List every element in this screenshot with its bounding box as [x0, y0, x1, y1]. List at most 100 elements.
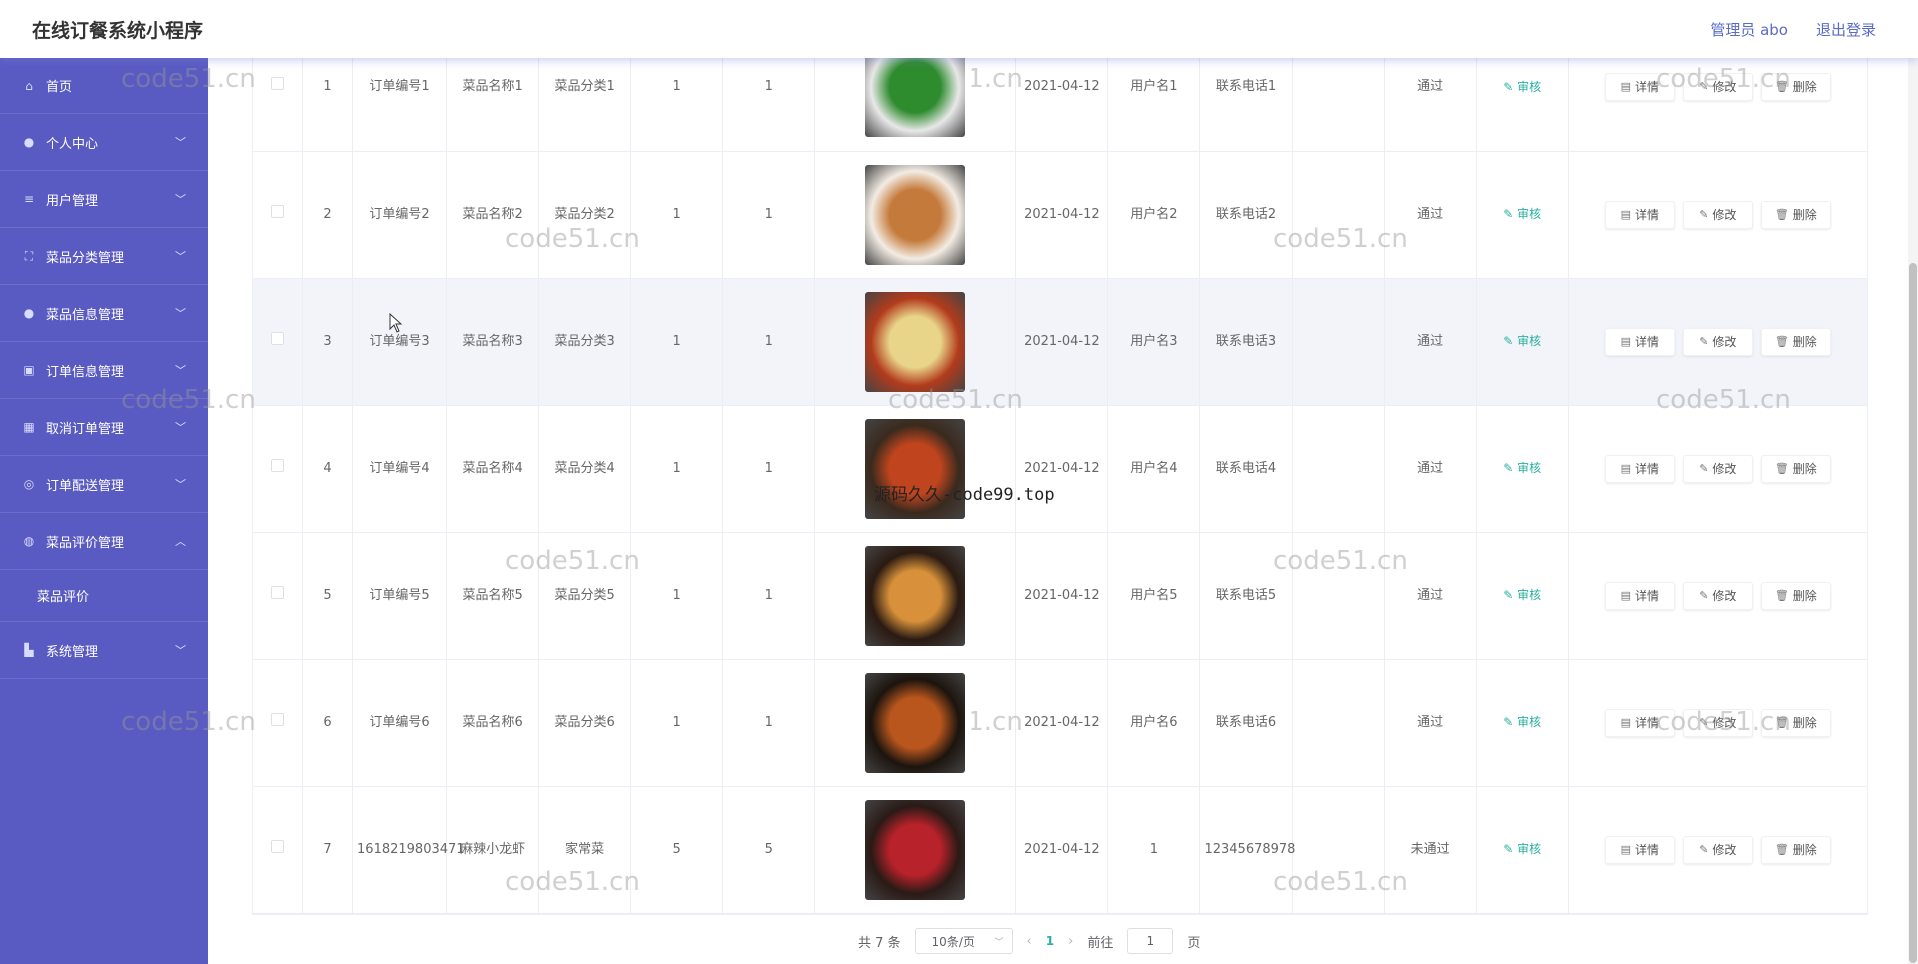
- operations-cell: ▤ 详情 ✎ 修改 🗑 删除: [1568, 532, 1869, 660]
- operations-cell: ▤ 详情 ✎ 修改 🗑 删除: [1568, 151, 1869, 279]
- delete-button[interactable]: 🗑 删除: [1760, 581, 1831, 610]
- audit-button[interactable]: ✎ 审核: [1503, 715, 1541, 729]
- audit-label: 审核: [1517, 842, 1542, 856]
- chevron-down-icon: ﹀: [175, 250, 186, 263]
- row-checkbox[interactable]: [271, 839, 284, 853]
- sidebar-item-review[interactable]: ◍ 菜品评价管理 ︿: [0, 513, 208, 570]
- sidebar-item-home[interactable]: ⌂ 首页: [0, 58, 208, 114]
- page-suffix: 页: [1187, 935, 1201, 951]
- trash-icon: 🗑: [1774, 461, 1789, 475]
- audit-status: 通过: [1384, 405, 1477, 533]
- audit-label: 审核: [1517, 715, 1542, 729]
- row-checkbox[interactable]: [271, 204, 284, 218]
- sidebar-item-order-info[interactable]: ▣ 订单信息管理 ﹀: [0, 342, 208, 399]
- empty-cell: [1292, 405, 1385, 533]
- row-actions: ▤ 详情 ✎ 修改 🗑 删除: [1573, 835, 1863, 864]
- sidebar-subitem-review[interactable]: 菜品评价: [0, 570, 208, 622]
- sidebar-item-profile[interactable]: ● 个人中心 ﹀: [0, 114, 208, 171]
- delete-button[interactable]: 🗑 删除: [1760, 200, 1831, 229]
- price: 5: [722, 786, 816, 914]
- edit-button[interactable]: ✎ 修改: [1682, 454, 1753, 483]
- phone: 联系电话5: [1199, 532, 1293, 660]
- audit-cell: ✎ 审核: [1476, 278, 1569, 406]
- next-page-icon[interactable]: ›: [1068, 934, 1073, 949]
- detail-button[interactable]: ▤ 详情: [1604, 73, 1675, 102]
- audit-button[interactable]: ✎ 审核: [1503, 461, 1541, 475]
- username: 1: [1107, 786, 1201, 914]
- sidebar-item-system[interactable]: ▙ 系统管理 ﹀: [0, 622, 208, 679]
- delete-button-label: 删除: [1792, 842, 1817, 857]
- edit-button-label: 修改: [1712, 207, 1737, 222]
- audit-label: 审核: [1517, 79, 1542, 94]
- row-checkbox[interactable]: [271, 585, 284, 599]
- detail-button[interactable]: ▤ 详情: [1604, 454, 1675, 483]
- detail-button[interactable]: ▤ 详情: [1604, 327, 1675, 356]
- audit-button[interactable]: ✎ 审核: [1503, 588, 1541, 602]
- row-checkbox[interactable]: [271, 331, 284, 345]
- delete-button[interactable]: 🗑 删除: [1760, 327, 1831, 356]
- watermark-code99: 源码久久-code99.top: [874, 485, 1055, 505]
- audit-cell: ✎ 审核: [1476, 659, 1569, 787]
- logout-link[interactable]: 退出登录: [1816, 19, 1876, 40]
- delete-button-label: 删除: [1792, 80, 1817, 95]
- edit-button[interactable]: ✎ 修改: [1682, 708, 1753, 737]
- delete-button[interactable]: 🗑 删除: [1760, 835, 1831, 864]
- edit-button[interactable]: ✎ 修改: [1682, 581, 1753, 610]
- sidebar-item-dish-category[interactable]: ⛶ 菜品分类管理 ﹀: [0, 228, 208, 285]
- edit-button-label: 修改: [1712, 588, 1737, 603]
- username: 用户名3: [1107, 278, 1201, 406]
- delete-button[interactable]: 🗑 删除: [1760, 454, 1831, 483]
- row-select-cell: [251, 532, 304, 660]
- phone: 联系电话4: [1199, 405, 1293, 533]
- delete-button[interactable]: 🗑 删除: [1760, 708, 1831, 737]
- delete-button[interactable]: 🗑 删除: [1760, 73, 1831, 102]
- quantity: 1: [630, 405, 724, 533]
- scrollbar-thumb[interactable]: [1909, 263, 1917, 963]
- dish-category: 菜品分类2: [538, 151, 632, 279]
- detail-button[interactable]: ▤ 详情: [1604, 835, 1675, 864]
- page-size-value: 10条/页: [931, 934, 975, 949]
- delete-button-label: 删除: [1792, 207, 1817, 222]
- sidebar-item-users[interactable]: ≡ 用户管理 ﹀: [0, 171, 208, 228]
- edit-button-label: 修改: [1712, 715, 1737, 730]
- operations-cell: ▤ 详情 ✎ 修改 🗑 删除: [1568, 278, 1869, 406]
- home-icon: ⌂: [25, 78, 33, 93]
- edit-icon: ✎: [1699, 588, 1709, 602]
- sidebar-item-label: 首页: [46, 80, 73, 95]
- empty-cell: [1292, 151, 1385, 279]
- sidebar-item-cancel-order[interactable]: ▦ 取消订单管理 ﹀: [0, 399, 208, 456]
- order-number: 1618219803471: [352, 786, 465, 914]
- sidebar-item-delivery[interactable]: ◎ 订单配送管理 ﹀: [0, 456, 208, 513]
- row-index: 6: [302, 659, 354, 787]
- detail-button[interactable]: ▤ 详情: [1604, 708, 1675, 737]
- edit-button[interactable]: ✎ 修改: [1682, 73, 1753, 102]
- audit-button[interactable]: ✎ 审核: [1503, 207, 1541, 221]
- delete-button-label: 删除: [1792, 334, 1817, 349]
- detail-button[interactable]: ▤ 详情: [1604, 581, 1675, 610]
- detail-button[interactable]: ▤ 详情: [1604, 200, 1675, 229]
- document-icon: ▤: [1620, 715, 1632, 729]
- audit-button[interactable]: ✎ 审核: [1503, 334, 1541, 348]
- vertical-scrollbar[interactable]: [1908, 58, 1918, 964]
- row-checkbox[interactable]: [271, 458, 284, 472]
- row-checkbox[interactable]: [271, 77, 284, 91]
- audit-button[interactable]: ✎ 审核: [1503, 80, 1541, 94]
- row-actions: ▤ 详情 ✎ 修改 🗑 删除: [1573, 200, 1863, 229]
- edit-button[interactable]: ✎ 修改: [1682, 327, 1753, 356]
- edit-button[interactable]: ✎ 修改: [1682, 835, 1753, 864]
- goto-page-input[interactable]: [1127, 928, 1174, 954]
- document-icon: ▤: [1620, 842, 1632, 856]
- page-size-select[interactable]: 10条/页 ﹀: [914, 928, 1013, 954]
- page-number[interactable]: 1: [1046, 934, 1054, 948]
- edit-button[interactable]: ✎ 修改: [1682, 200, 1753, 229]
- prev-page-icon[interactable]: ‹: [1027, 934, 1032, 949]
- sidebar-item-dish-info[interactable]: ● 菜品信息管理 ﹀: [0, 285, 208, 342]
- dish-category: 菜品分类5: [538, 532, 632, 660]
- price: 1: [722, 405, 816, 533]
- row-checkbox[interactable]: [271, 712, 284, 726]
- order-date: 2021-04-12: [1015, 151, 1109, 279]
- row-actions: ▤ 详情 ✎ 修改 🗑 删除: [1573, 708, 1863, 737]
- app-title: 在线订餐系统小程序: [32, 19, 204, 42]
- audit-button[interactable]: ✎ 审核: [1503, 842, 1541, 856]
- dish-category: 菜品分类4: [538, 405, 632, 533]
